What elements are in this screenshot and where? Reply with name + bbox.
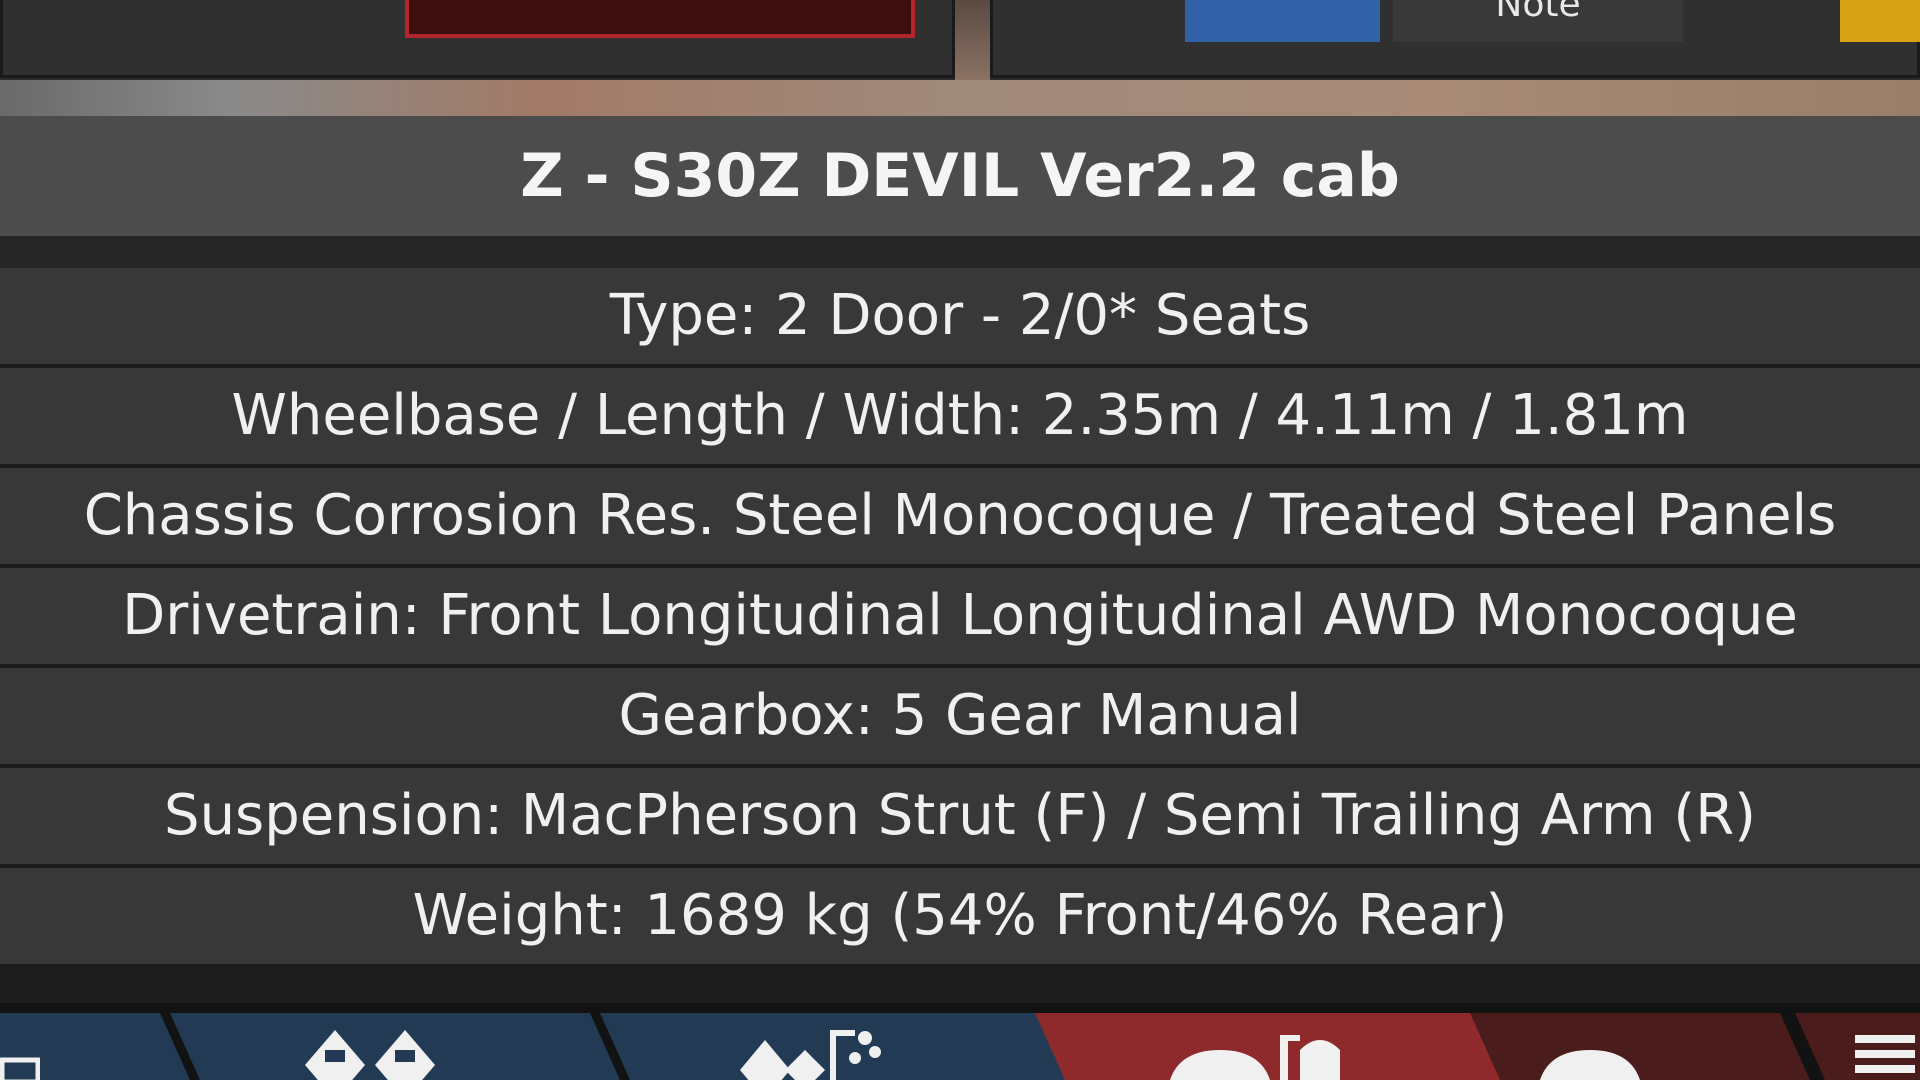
blue-action-button[interactable] xyxy=(1185,0,1380,42)
cars-icon xyxy=(305,1030,435,1080)
car-trim-icon xyxy=(1170,1035,1340,1080)
spec-dimensions: Wheelbase / Length / Width: 2.35m / 4.11… xyxy=(0,368,1920,464)
list-icon xyxy=(1855,1035,1915,1073)
window-icon xyxy=(0,1057,40,1080)
car-title: Z - S30Z DEVIL Ver2.2 cab xyxy=(520,141,1400,211)
red-action-button[interactable] xyxy=(405,0,915,38)
spec-drivetrain: Drivetrain: Front Longitudinal Longitudi… xyxy=(0,568,1920,664)
cars-upgrade-icon xyxy=(740,1030,881,1080)
spec-list: Type: 2 Door - 2/0* Seats Wheelbase / Le… xyxy=(0,268,1920,968)
spec-weight: Weight: 1689 kg (54% Front/46% Rear) xyxy=(0,868,1920,964)
tab-car[interactable] xyxy=(1470,1013,1810,1080)
tab-cars-upgrade[interactable] xyxy=(600,1013,1070,1080)
tab-car-trim[interactable] xyxy=(1035,1013,1505,1080)
spec-gearbox: Gearbox: 5 Gear Manual xyxy=(0,668,1920,764)
spec-chassis: Chassis Corrosion Res. Steel Monocoque /… xyxy=(0,468,1920,564)
gradient-divider xyxy=(0,0,1920,116)
note-button[interactable]: Note xyxy=(1393,0,1683,42)
spec-suspension: Suspension: MacPherson Strut (F) / Semi … xyxy=(0,768,1920,864)
car-title-bar: Z - S30Z DEVIL Ver2.2 cab xyxy=(0,116,1920,236)
tab-cars[interactable] xyxy=(170,1013,620,1080)
car-icon xyxy=(1540,1050,1640,1080)
note-button-label: Note xyxy=(1495,0,1581,25)
divider-notch xyxy=(955,0,990,80)
title-separator xyxy=(0,236,1920,268)
bottom-toolbar xyxy=(0,1003,1920,1080)
tab-list[interactable] xyxy=(1795,1013,1920,1080)
yellow-action-button[interactable] xyxy=(1840,0,1920,42)
spec-type: Type: 2 Door - 2/0* Seats xyxy=(0,268,1920,364)
tab-window[interactable] xyxy=(0,1013,190,1080)
